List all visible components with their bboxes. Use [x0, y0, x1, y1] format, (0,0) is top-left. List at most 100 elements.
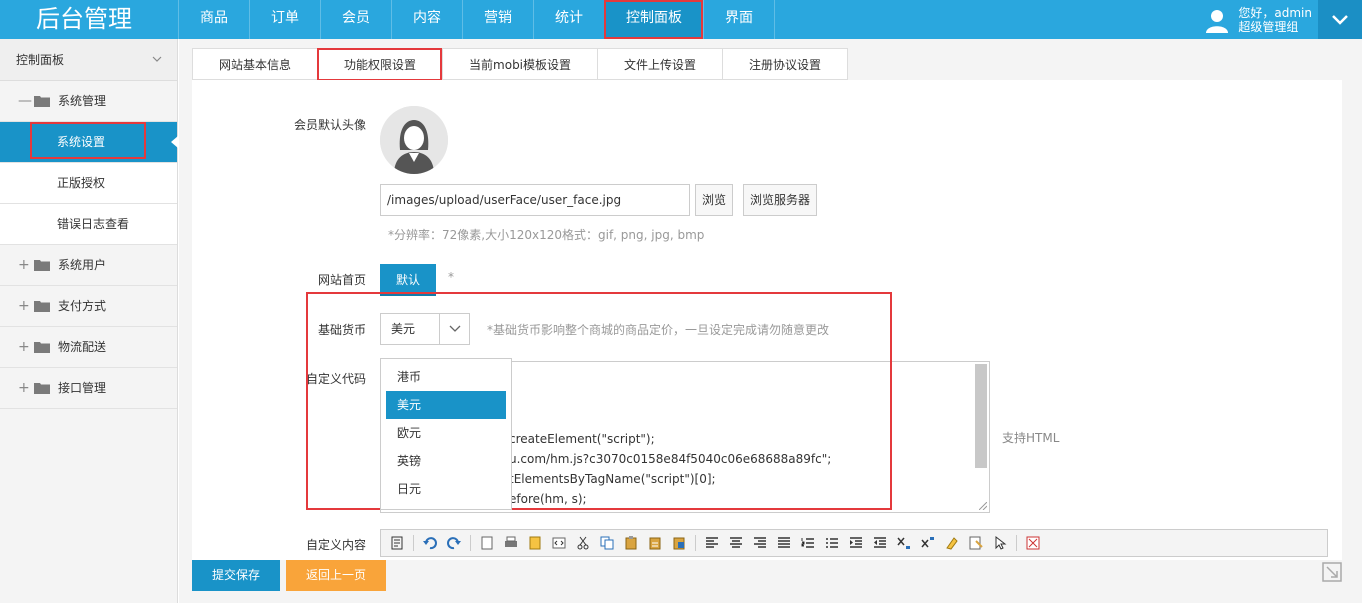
sidebar-group-api[interactable]: + 接口管理 — [0, 368, 177, 409]
paste-icon[interactable] — [623, 535, 639, 551]
redo-icon[interactable] — [446, 535, 462, 551]
sidebar-item-label: 正版授权 — [57, 176, 106, 190]
expand-icon: + — [18, 297, 30, 314]
cut-icon[interactable] — [575, 535, 591, 551]
sidebar-group-payment[interactable]: + 支付方式 — [0, 286, 177, 327]
paste-text-icon[interactable] — [647, 535, 663, 551]
undo-icon[interactable] — [422, 535, 438, 551]
nav-item-statistics[interactable]: 统计 — [533, 0, 604, 39]
folder-icon — [34, 96, 50, 107]
currency-option-gbp[interactable]: 英镑 — [381, 447, 511, 475]
outdent-icon[interactable] — [872, 535, 888, 551]
sidebar-group-label: 支付方式 — [58, 298, 107, 313]
nav-item-orders[interactable]: 订单 — [249, 0, 320, 39]
sidebar-group-label: 系统管理 — [58, 93, 107, 108]
submit-save-button[interactable]: 提交保存 — [192, 560, 280, 591]
folder-icon — [34, 383, 50, 394]
textarea-scrollbar[interactable] — [975, 364, 987, 468]
currency-option-jpy[interactable]: 日元 — [381, 475, 511, 503]
highlight-box — [30, 122, 146, 159]
avatar-label: 会员默认头像 — [293, 118, 366, 132]
expand-icon: + — [18, 338, 30, 355]
template-icon[interactable] — [527, 535, 543, 551]
folder-icon — [34, 342, 50, 353]
code-icon[interactable] — [551, 535, 567, 551]
nav-item-interface[interactable]: 界面 — [703, 0, 775, 39]
avatar-path-input[interactable]: /images/upload/userFace/user_face.jpg — [380, 184, 690, 216]
editor-toolbar — [380, 529, 1328, 557]
sidebar-header[interactable]: 控制面板 — [0, 39, 177, 81]
sidebar-item-label: 错误日志查看 — [57, 217, 130, 231]
app-logo: 后台管理 — [36, 5, 132, 33]
toolbar-divider — [1016, 535, 1017, 551]
align-center-icon[interactable] — [728, 535, 744, 551]
fullscreen-icon[interactable] — [1025, 535, 1041, 551]
browse-button[interactable]: 浏览 — [695, 184, 734, 216]
align-left-icon[interactable] — [704, 535, 720, 551]
select-all-icon[interactable] — [968, 535, 984, 551]
fullscreen-toggle-icon[interactable] — [1320, 560, 1344, 584]
toolbar-divider — [695, 535, 696, 551]
currency-dropdown: 港币 美元 欧元 英镑 日元 — [380, 358, 512, 510]
tab-registration-agreement[interactable]: 注册协议设置 — [722, 48, 849, 80]
user-greeting: 您好，admin — [1238, 5, 1312, 20]
go-back-button[interactable]: 返回上一页 — [286, 560, 386, 591]
form-footer: 提交保存 返回上一页 — [179, 560, 1362, 603]
home-label: 网站首页 — [317, 273, 366, 287]
user-info[interactable]: 您好，admin 超级管理组 — [1204, 0, 1312, 39]
superscript-icon[interactable] — [920, 535, 936, 551]
nav-item-products[interactable]: 商品 — [178, 0, 249, 39]
user-avatar-icon — [1206, 9, 1229, 33]
sidebar: 控制面板 — 系统管理 系统设置 正版授权 错误日志查看 + 系统用户 + 支付… — [0, 39, 178, 603]
indent-icon[interactable] — [848, 535, 864, 551]
nav-item-content[interactable]: 内容 — [391, 0, 462, 39]
nav-item-control-panel[interactable]: 控制面板 — [604, 0, 703, 39]
clear-format-icon[interactable] — [944, 535, 960, 551]
copy-icon[interactable] — [599, 535, 615, 551]
custom-code-hint: 支持HTML — [1002, 431, 1060, 445]
settings-tabs: 网站基本信息 功能权限设置 当前mobi模板设置 文件上传设置 注册协议设置 — [192, 48, 849, 81]
top-menu-toggle[interactable] — [1318, 0, 1362, 39]
sidebar-header-label: 控制面板 — [16, 53, 65, 67]
main-content: 网站基本信息 功能权限设置 当前mobi模板设置 文件上传设置 注册协议设置 会… — [179, 39, 1362, 603]
subscript-icon[interactable] — [896, 535, 912, 551]
default-avatar-image — [380, 106, 448, 174]
active-indicator — [171, 136, 178, 148]
currency-option-usd[interactable]: 美元 — [386, 391, 506, 419]
toolbar-divider — [470, 535, 471, 551]
required-star: * — [448, 270, 454, 284]
paste-word-icon[interactable] — [671, 535, 687, 551]
tab-feature-permissions[interactable]: 功能权限设置 — [317, 48, 443, 81]
tab-mobi-template[interactable]: 当前mobi模板设置 — [442, 48, 598, 80]
sidebar-item-system-settings[interactable]: 系统设置 — [0, 122, 178, 163]
sidebar-group-system-management[interactable]: — 系统管理 — [0, 81, 177, 122]
tab-file-upload[interactable]: 文件上传设置 — [597, 48, 723, 80]
currency-option-hkd[interactable]: 港币 — [381, 363, 511, 391]
print-icon[interactable] — [503, 535, 519, 551]
resize-handle-icon[interactable] — [979, 502, 987, 510]
settings-panel: 会员默认头像 /images/upload/userFace/user_face… — [192, 80, 1342, 560]
new-doc-icon[interactable] — [479, 535, 495, 551]
sidebar-group-label: 物流配送 — [58, 339, 107, 354]
expand-icon: + — [18, 379, 30, 396]
currency-option-eur[interactable]: 欧元 — [381, 419, 511, 447]
expand-icon: + — [18, 256, 30, 273]
collapse-icon: — — [18, 92, 32, 109]
align-justify-icon[interactable] — [776, 535, 792, 551]
chevron-down-icon — [1332, 14, 1348, 25]
nav-item-members[interactable]: 会员 — [320, 0, 391, 39]
tab-site-basic-info[interactable]: 网站基本信息 — [192, 48, 318, 80]
sidebar-group-logistics[interactable]: + 物流配送 — [0, 327, 177, 368]
ordered-list-icon[interactable] — [800, 535, 816, 551]
cursor-icon[interactable] — [992, 535, 1008, 551]
sidebar-item-error-log[interactable]: 错误日志查看 — [0, 204, 177, 245]
toolbar-divider — [413, 535, 414, 551]
browse-server-button[interactable]: 浏览服务器 — [743, 184, 818, 216]
top-bar: 后台管理 商品 订单 会员 内容 营销 统计 控制面板 界面 您好，admin … — [0, 0, 1362, 39]
nav-item-marketing[interactable]: 营销 — [462, 0, 533, 39]
sidebar-item-license[interactable]: 正版授权 — [0, 163, 177, 204]
align-right-icon[interactable] — [752, 535, 768, 551]
unordered-list-icon[interactable] — [824, 535, 840, 551]
sidebar-group-system-users[interactable]: + 系统用户 — [0, 245, 177, 286]
source-icon[interactable] — [389, 535, 405, 551]
